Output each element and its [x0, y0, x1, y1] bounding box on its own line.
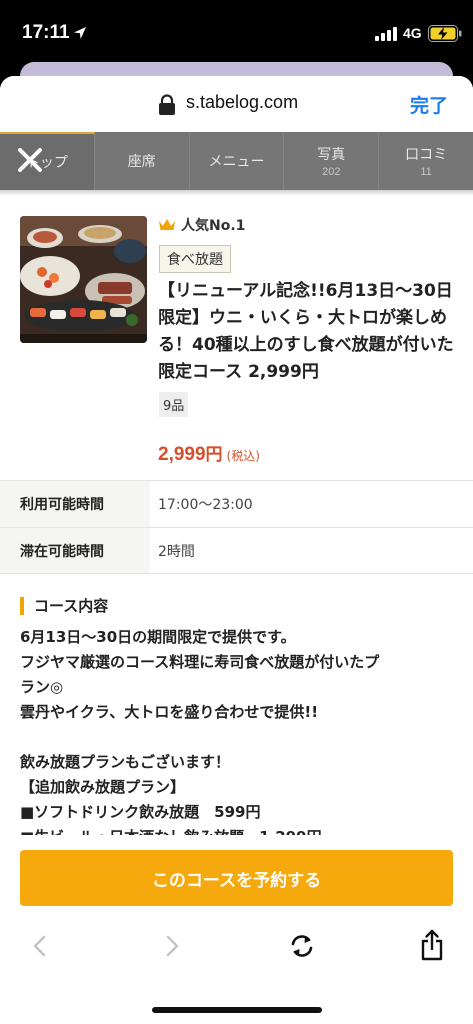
done-button[interactable]: 完了	[410, 91, 448, 118]
back-icon[interactable]	[30, 934, 50, 958]
course-photo[interactable]	[20, 216, 147, 343]
price-unit: 円	[205, 445, 223, 465]
tab-seats[interactable]: 座席	[95, 132, 190, 190]
tab-menu[interactable]: メニュー	[190, 132, 285, 190]
available-time-value: 17:00〜23:00	[158, 497, 253, 513]
tab-photos[interactable]: 写真 202	[284, 132, 380, 190]
table-row: 利用可能時間 17:00〜23:00	[0, 480, 473, 527]
browser-toolbar	[0, 921, 473, 971]
popular-rank: 人気No.1	[158, 215, 245, 235]
stay-time-value: 2時間	[158, 543, 195, 560]
description-line: 飲み放題プランもございます！	[20, 753, 231, 771]
network-type: 4G	[403, 25, 422, 41]
forward-icon[interactable]	[162, 934, 182, 958]
close-icon[interactable]	[14, 144, 46, 176]
item-count-tag: 9品	[159, 392, 189, 417]
lock-icon	[159, 94, 175, 115]
description-line: ラン◎	[20, 678, 64, 696]
tab-label: メニュー	[208, 154, 265, 170]
tab-label: 口コミ	[405, 147, 448, 163]
available-time-label: 利用可能時間	[0, 481, 150, 527]
description-line: ■ソフトドリンク飲み放題 599円	[20, 803, 261, 821]
description-line: 雲丹やイクラ、大トロを盛り合わせで提供!!	[20, 703, 319, 721]
battery-charging-icon	[428, 25, 462, 42]
home-indicator[interactable]	[152, 1007, 322, 1013]
reserve-course-button[interactable]: このコースを予約する	[20, 850, 453, 906]
description-line: ■生ビール・日本酒なし飲み放題 1,299円	[20, 825, 460, 835]
signal-bars-icon	[375, 27, 397, 41]
tab-label: 座席	[127, 154, 156, 170]
stay-time-label: 滞在可能時間	[0, 528, 150, 573]
location-arrow-icon	[74, 27, 86, 39]
tab-count: 11	[420, 166, 432, 178]
all-you-can-eat-tag: 食べ放題	[159, 245, 231, 273]
section-accent-bar	[20, 596, 24, 615]
reload-icon[interactable]	[288, 933, 316, 959]
restaurant-tabs: トップ 座席 メニュー 写真 202 口コミ 11	[0, 132, 473, 190]
popular-label: 人気No.1	[181, 218, 246, 234]
tabs-shadow	[0, 190, 473, 196]
status-time: 17:11	[22, 22, 70, 43]
course-description: 6月13日〜30日の期間限定で提供です。 フジヤマ厳選のコース料理に寿司食べ放題…	[20, 625, 460, 835]
address-bar[interactable]: s.tabelog.com 完了	[0, 76, 473, 132]
description-line	[20, 725, 460, 750]
tax-note: (税込)	[226, 449, 260, 463]
price-value: 2,999	[158, 444, 206, 465]
course-info-table: 利用可能時間 17:00〜23:00 滞在可能時間 2時間	[0, 480, 473, 574]
section-title: コース内容	[34, 597, 109, 615]
description-line: フジヤマ厳選のコース料理に寿司食べ放題が付いたプ	[20, 653, 380, 671]
table-row: 滞在可能時間 2時間	[0, 527, 473, 574]
course-price: 2,999 円 (税込)	[158, 440, 260, 466]
browser-sheet: s.tabelog.com 完了 トップ 座席 メニュー 写真 202 口コミ …	[0, 76, 473, 1024]
description-line: 【追加飲み放題プラン】	[20, 778, 186, 796]
tab-reviews[interactable]: 口コミ 11	[379, 132, 473, 190]
course-content-heading: コース内容	[20, 595, 108, 616]
share-icon[interactable]	[420, 929, 444, 961]
course-title: 【リニューアル記念!!6月13日〜30日限定】ウニ・いくら・大トロが楽しめる！4…	[158, 281, 454, 382]
tab-count: 202	[322, 166, 341, 178]
tab-label: 写真	[317, 147, 346, 163]
description-line: 6月13日〜30日の期間限定で提供です。	[20, 628, 296, 646]
url-text: s.tabelog.com	[186, 92, 299, 112]
crown-icon	[159, 219, 175, 230]
